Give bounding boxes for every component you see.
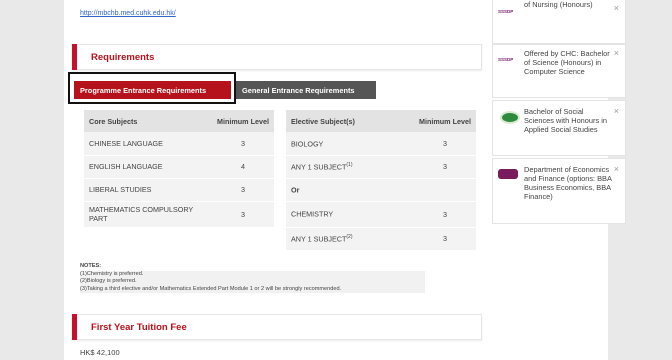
elective-min-level-header: Minimum Level — [414, 110, 476, 132]
table-row: CHEMISTRY 3 — [286, 201, 476, 228]
related-programme-card[interactable]: CityU Department of Economics and Financ… — [492, 158, 626, 224]
table-row: Or — [286, 178, 476, 202]
core-level: 3 — [212, 201, 274, 228]
note-line: (3)Taking a third elective and/or Mathem… — [80, 285, 425, 294]
close-icon[interactable]: × — [614, 48, 619, 58]
accent-bar — [72, 314, 77, 340]
sssdp-logo-icon: SSSDP — [498, 9, 514, 14]
university-logo-icon — [500, 111, 520, 124]
related-programme-card[interactable]: SSSDP Offered by CHC: Bachelor of Scienc… — [492, 44, 626, 98]
close-icon[interactable]: × — [614, 164, 619, 174]
related-programme-text: Department of Economics and Finance (opt… — [524, 165, 612, 201]
table-row: CHINESE LANGUAGE 3 — [84, 132, 274, 156]
accent-bar — [72, 44, 77, 70]
core-subject: LIBERAL STUDIES — [84, 178, 212, 202]
elective-subjects-table: Elective Subject(s) Minimum Level BIOLOG… — [286, 110, 476, 251]
close-icon[interactable]: × — [614, 3, 619, 13]
table-row: ANY 1 SUBJECT(1) 3 — [286, 155, 476, 179]
elective-level: 3 — [414, 227, 476, 251]
tab-programme-entrance-requirements[interactable]: Programme Entrance Requirements — [74, 81, 231, 99]
elective-subject: ANY 1 SUBJECT(1) — [286, 155, 414, 179]
elective-subjects-header: Elective Subject(s) — [286, 110, 414, 132]
related-programme-text: Bachelor of Social Sciences with Honours… — [524, 107, 607, 134]
table-row: ANY 1 SUBJECT(2) 3 — [286, 227, 476, 251]
core-subject: ENGLISH LANGUAGE — [84, 155, 212, 179]
core-subjects-table: Core Subjects Minimum Level CHINESE LANG… — [84, 110, 274, 228]
table-row: BIOLOGY 3 — [286, 132, 476, 156]
core-subject: MATHEMATICS COMPULSORY PART — [84, 201, 212, 228]
elective-level: 3 — [414, 155, 476, 179]
core-level: 3 — [212, 132, 274, 156]
core-subjects-header: Core Subjects — [84, 110, 212, 132]
core-min-level-header: Minimum Level — [212, 110, 274, 132]
elective-subject: ANY 1 SUBJECT(2) — [286, 227, 414, 251]
elective-level — [414, 178, 476, 202]
core-level: 4 — [212, 155, 274, 179]
notes-title: NOTES: — [80, 263, 102, 269]
table-row: ENGLISH LANGUAGE 4 — [84, 155, 274, 179]
related-programme-card[interactable]: Bachelor of Social Sciences with Honours… — [492, 100, 626, 156]
tab-general-entrance-requirements[interactable]: General Entrance Requirements — [236, 81, 376, 99]
tuition-fee-header: First Year Tuition Fee — [72, 314, 482, 340]
tuition-fee-title: First Year Tuition Fee — [91, 322, 187, 333]
sssdp-logo-icon: SSSDP — [498, 57, 514, 62]
related-programme-card[interactable]: SSSDP Offered by CHC: Bachelor of Nursin… — [492, 0, 626, 44]
note-line: (2)Biology is preferred. — [80, 278, 425, 286]
notes-block: NOTES: (1)Chemistry is preferred. (2)Bio… — [80, 263, 425, 294]
core-level: 3 — [212, 178, 274, 202]
requirements-title: Requirements — [91, 52, 155, 63]
related-programme-text: Offered by CHC: Bachelor of Science (Hon… — [524, 49, 610, 76]
programme-website-link[interactable]: http://mbchb.med.cuhk.edu.hk/ — [80, 10, 176, 17]
table-row: LIBERAL STUDIES 3 — [84, 178, 274, 202]
elective-subject: CHEMISTRY — [286, 201, 414, 228]
elective-or-label: Or — [286, 178, 414, 202]
core-subject: CHINESE LANGUAGE — [84, 132, 212, 156]
close-icon[interactable]: × — [614, 106, 619, 116]
elective-level: 3 — [414, 132, 476, 156]
elective-subject: BIOLOGY — [286, 132, 414, 156]
table-row: MATHEMATICS COMPULSORY PART 3 — [84, 201, 274, 228]
tuition-fee-value: HK$ 42,100 — [80, 348, 120, 357]
note-line: (1)Chemistry is preferred. — [80, 270, 425, 279]
cityu-logo-icon: CityU — [498, 169, 518, 179]
related-programme-text: Offered by CHC: Bachelor of Nursing (Hon… — [524, 0, 593, 9]
elective-level: 3 — [414, 201, 476, 228]
requirements-header: Requirements — [72, 44, 482, 70]
